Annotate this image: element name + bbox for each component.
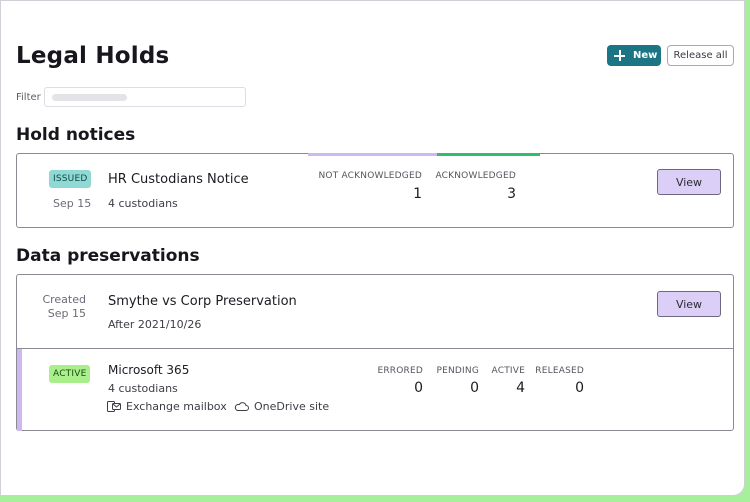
source-accent-stripe — [17, 349, 22, 431]
stat-label-not-acknowledged: NOT ACKNOWLEDGED — [318, 171, 422, 181]
onedrive-icon — [234, 402, 249, 411]
preservation-after-date: After 2021/10/26 — [108, 318, 202, 331]
notice-title[interactable]: HR Custodians Notice — [108, 172, 249, 187]
service-onedrive: OneDrive site — [234, 400, 329, 413]
view-preservation-button[interactable]: View — [657, 291, 721, 317]
stat-label-active: ACTIVE — [491, 366, 525, 376]
stat-label-errored: ERRORED — [377, 366, 423, 376]
new-button[interactable]: New — [607, 45, 661, 66]
status-badge: ISSUED — [49, 170, 92, 188]
source-title: Microsoft 365 — [108, 363, 190, 377]
page-title: Legal Holds — [16, 43, 170, 69]
stat-value-pending: 0 — [470, 380, 479, 396]
stat-value-errored: 0 — [414, 380, 423, 396]
stat-value-released: 0 — [575, 380, 584, 396]
service-onedrive-label: OneDrive site — [254, 400, 330, 413]
created-label: Created — [42, 293, 86, 306]
filter-label: Filter — [16, 92, 41, 103]
hold-notices-title: Hold notices — [16, 125, 136, 145]
release-all-button[interactable]: Release all — [667, 45, 734, 66]
filter-input[interactable] — [44, 87, 246, 107]
not-acknowledged-bar — [308, 153, 437, 156]
hold-notice-card: ISSUED Sep 15 HR Custodians Notice 4 cus… — [16, 153, 734, 228]
source-status-badge: ACTIVE — [49, 365, 91, 383]
new-button-label: New — [633, 50, 658, 61]
filter-placeholder-skeleton — [52, 94, 127, 101]
exchange-icon — [107, 401, 121, 412]
app-window: Legal Holds New Release all Filter Hold … — [0, 0, 745, 496]
source-custodians: 4 custodians — [108, 382, 178, 395]
view-notice-button[interactable]: View — [657, 169, 721, 195]
preservation-card: Created Sep 15 Smythe vs Corp Preservati… — [16, 274, 734, 431]
service-exchange-label: Exchange mailbox — [126, 400, 227, 413]
stat-label-acknowledged: ACKNOWLEDGED — [435, 171, 516, 181]
data-preservations-title: Data preservations — [16, 246, 200, 266]
stat-label-released: RELEASED — [535, 366, 584, 376]
plus-icon — [614, 50, 625, 61]
stat-value-acknowledged: 3 — [507, 186, 516, 202]
stat-value-not-acknowledged: 1 — [413, 186, 422, 202]
stat-value-active: 4 — [516, 380, 525, 396]
notice-custodians: 4 custodians — [108, 197, 178, 210]
preservation-title[interactable]: Smythe vs Corp Preservation — [108, 294, 297, 309]
service-exchange: Exchange mailbox — [107, 400, 227, 413]
notice-date: Sep 15 — [53, 197, 92, 210]
acknowledged-bar — [437, 153, 540, 156]
source-divider — [17, 348, 733, 349]
created-date: Sep 15 — [47, 307, 86, 320]
stat-label-pending: PENDING — [436, 366, 479, 376]
